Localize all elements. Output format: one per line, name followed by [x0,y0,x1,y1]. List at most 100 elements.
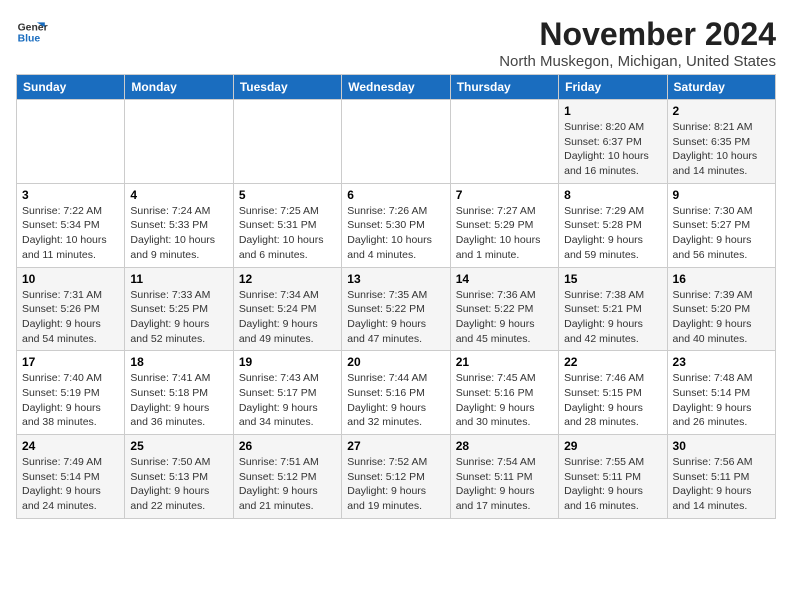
calendar-cell: 1 Sunrise: 8:20 AM Sunset: 6:37 PM Daylig… [559,100,667,184]
day-number: 14 [456,272,553,286]
day-of-week-header: Monday [125,75,233,100]
calendar-cell: 13 Sunrise: 7:35 AM Sunset: 5:22 PM Dayli… [342,267,450,351]
calendar-cell: 15Sunrise: 7:38 AM Sunset: 5:21 PM Dayli… [559,267,667,351]
calendar-cell: 3 Sunrise: 7:22 AM Sunset: 5:34 PM Daylig… [17,183,125,267]
day-number: 17 [22,355,119,369]
day-info: Sunrise: 7:48 AM Sunset: 5:14 PM Dayligh… [673,371,770,430]
day-number: 10 [22,272,119,286]
day-of-week-header: Sunday [17,75,125,100]
calendar-cell: 29 Sunrise: 7:55 AM Sunset: 5:11 PM Dayli… [559,435,667,519]
calendar-cell: 8 Sunrise: 7:29 AM Sunset: 5:28 PM Daylig… [559,183,667,267]
day-number: 23 [673,355,770,369]
day-number: 22 [564,355,661,369]
day-number: 16 [673,272,770,286]
day-info: Sunrise: 8:21 AM Sunset: 6:35 PM Dayligh… [673,120,770,179]
calendar-cell [450,100,558,184]
calendar-cell: 16 Sunrise: 7:39 AM Sunset: 5:20 PM Dayli… [667,267,775,351]
day-info: Sunrise: 7:30 AM Sunset: 5:27 PM Dayligh… [673,204,770,263]
day-info: Sunrise: 7:44 AM Sunset: 5:16 PM Dayligh… [347,371,444,430]
day-number: 12 [239,272,336,286]
day-info: Sunrise: 7:24 AM Sunset: 5:33 PM Dayligh… [130,204,227,263]
calendar-cell [17,100,125,184]
day-info: Sunrise: 7:40 AM Sunset: 5:19 PM Dayligh… [22,371,119,430]
calendar-cell: 21 Sunrise: 7:45 AM Sunset: 5:16 PM Dayli… [450,351,558,435]
title-area: November 2024 North Muskegon, Michigan, … [499,16,776,70]
day-info: Sunrise: 7:43 AM Sunset: 5:17 PM Dayligh… [239,371,336,430]
day-info: Sunrise: 7:55 AM Sunset: 5:11 PM Dayligh… [564,455,661,514]
header: General Blue November 2024 North Muskego… [16,16,776,70]
calendar-cell: 7 Sunrise: 7:27 AM Sunset: 5:29 PM Daylig… [450,183,558,267]
calendar-cell [125,100,233,184]
day-number: 28 [456,439,553,453]
day-number: 24 [22,439,119,453]
day-number: 1 [564,104,661,118]
calendar-cell: 22 Sunrise: 7:46 AM Sunset: 5:15 PM Dayli… [559,351,667,435]
day-number: 4 [130,188,227,202]
day-number: 8 [564,188,661,202]
day-number: 26 [239,439,336,453]
day-info: Sunrise: 7:22 AM Sunset: 5:34 PM Dayligh… [22,204,119,263]
calendar-cell: 25Sunrise: 7:50 AM Sunset: 5:13 PM Dayli… [125,435,233,519]
day-info: Sunrise: 7:46 AM Sunset: 5:15 PM Dayligh… [564,371,661,430]
location-title: North Muskegon, Michigan, United States [499,53,776,70]
day-info: Sunrise: 7:27 AM Sunset: 5:29 PM Dayligh… [456,204,553,263]
day-info: Sunrise: 7:35 AM Sunset: 5:22 PM Dayligh… [347,288,444,347]
calendar-cell: 27 Sunrise: 7:52 AM Sunset: 5:12 PM Dayli… [342,435,450,519]
logo-icon: General Blue [16,16,48,48]
day-number: 3 [22,188,119,202]
day-info: Sunrise: 7:50 AM Sunset: 5:13 PM Dayligh… [130,455,227,514]
day-info: Sunrise: 7:25 AM Sunset: 5:31 PM Dayligh… [239,204,336,263]
day-info: Sunrise: 7:56 AM Sunset: 5:11 PM Dayligh… [673,455,770,514]
day-number: 6 [347,188,444,202]
calendar-cell: 18 Sunrise: 7:41 AM Sunset: 5:18 PM Dayli… [125,351,233,435]
calendar-cell: 5 Sunrise: 7:25 AM Sunset: 5:31 PM Daylig… [233,183,341,267]
day-number: 13 [347,272,444,286]
day-info: Sunrise: 7:31 AM Sunset: 5:26 PM Dayligh… [22,288,119,347]
day-number: 2 [673,104,770,118]
day-info: Sunrise: 7:45 AM Sunset: 5:16 PM Dayligh… [456,371,553,430]
calendar-cell: 4 Sunrise: 7:24 AM Sunset: 5:33 PM Daylig… [125,183,233,267]
calendar-cell [342,100,450,184]
day-number: 7 [456,188,553,202]
day-info: Sunrise: 7:36 AM Sunset: 5:22 PM Dayligh… [456,288,553,347]
day-number: 27 [347,439,444,453]
day-of-week-header: Tuesday [233,75,341,100]
calendar-cell: 23 Sunrise: 7:48 AM Sunset: 5:14 PM Dayli… [667,351,775,435]
day-number: 9 [673,188,770,202]
calendar-cell: 12Sunrise: 7:34 AM Sunset: 5:24 PM Dayli… [233,267,341,351]
month-title: November 2024 [499,16,776,53]
calendar-cell: 14 Sunrise: 7:36 AM Sunset: 5:22 PM Dayli… [450,267,558,351]
day-of-week-header: Saturday [667,75,775,100]
day-number: 11 [130,272,227,286]
svg-text:Blue: Blue [18,34,41,45]
calendar-cell: 2 Sunrise: 8:21 AM Sunset: 6:35 PM Daylig… [667,100,775,184]
day-number: 5 [239,188,336,202]
day-of-week-header: Thursday [450,75,558,100]
calendar-cell: 6 Sunrise: 7:26 AM Sunset: 5:30 PM Daylig… [342,183,450,267]
day-number: 20 [347,355,444,369]
day-number: 21 [456,355,553,369]
calendar-cell: 11 Sunrise: 7:33 AM Sunset: 5:25 PM Dayli… [125,267,233,351]
day-info: Sunrise: 7:52 AM Sunset: 5:12 PM Dayligh… [347,455,444,514]
calendar-cell: 10 Sunrise: 7:31 AM Sunset: 5:26 PM Dayli… [17,267,125,351]
day-info: Sunrise: 7:51 AM Sunset: 5:12 PM Dayligh… [239,455,336,514]
day-info: Sunrise: 8:20 AM Sunset: 6:37 PM Dayligh… [564,120,661,179]
calendar-cell: 20 Sunrise: 7:44 AM Sunset: 5:16 PM Dayli… [342,351,450,435]
day-info: Sunrise: 7:38 AM Sunset: 5:21 PM Dayligh… [564,288,661,347]
day-info: Sunrise: 7:29 AM Sunset: 5:28 PM Dayligh… [564,204,661,263]
day-info: Sunrise: 7:41 AM Sunset: 5:18 PM Dayligh… [130,371,227,430]
day-number: 18 [130,355,227,369]
day-number: 19 [239,355,336,369]
day-of-week-header: Wednesday [342,75,450,100]
day-info: Sunrise: 7:39 AM Sunset: 5:20 PM Dayligh… [673,288,770,347]
day-info: Sunrise: 7:26 AM Sunset: 5:30 PM Dayligh… [347,204,444,263]
calendar-table: SundayMondayTuesdayWednesdayThursdayFrid… [16,74,776,519]
calendar-cell: 26 Sunrise: 7:51 AM Sunset: 5:12 PM Dayli… [233,435,341,519]
calendar-cell: 9 Sunrise: 7:30 AM Sunset: 5:27 PM Daylig… [667,183,775,267]
calendar-cell: 30Sunrise: 7:56 AM Sunset: 5:11 PM Dayli… [667,435,775,519]
day-info: Sunrise: 7:33 AM Sunset: 5:25 PM Dayligh… [130,288,227,347]
calendar-cell: 28 Sunrise: 7:54 AM Sunset: 5:11 PM Dayli… [450,435,558,519]
day-info: Sunrise: 7:54 AM Sunset: 5:11 PM Dayligh… [456,455,553,514]
calendar-cell: 24Sunrise: 7:49 AM Sunset: 5:14 PM Dayli… [17,435,125,519]
day-number: 29 [564,439,661,453]
